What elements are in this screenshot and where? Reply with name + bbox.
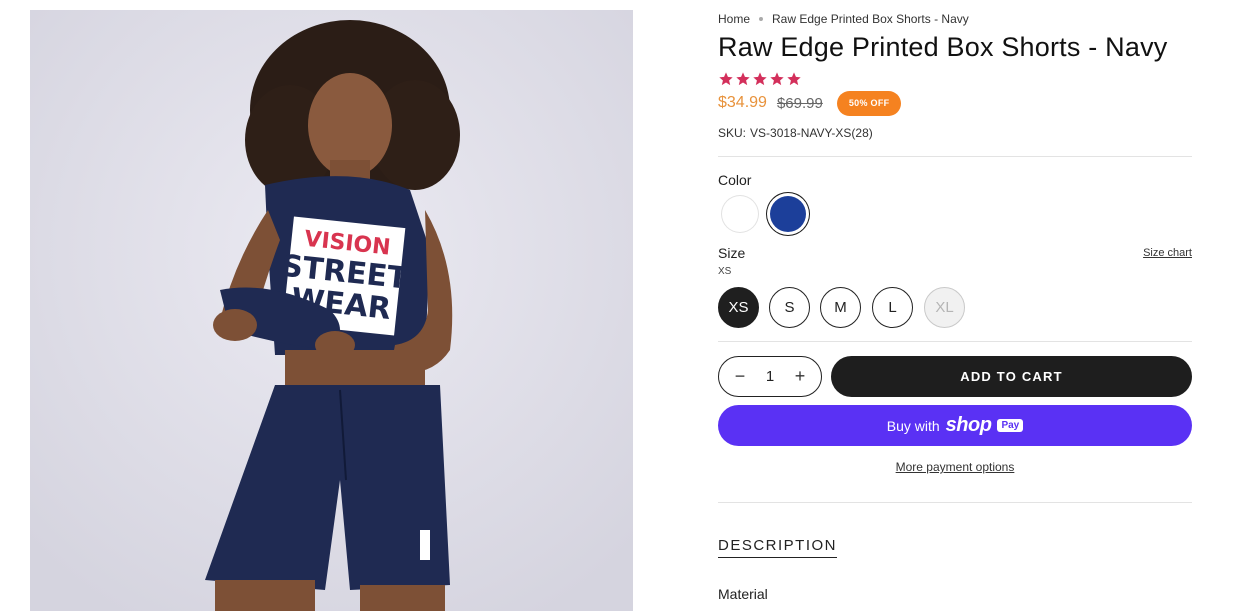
sku-label: SKU: (718, 126, 747, 140)
discount-badge: 50% OFF (836, 90, 902, 116)
shop-pay-prefix: Buy with (886, 417, 940, 434)
quantity-stepper: − 1 + (718, 356, 822, 397)
description-tab[interactable]: DESCRIPTION (718, 537, 838, 558)
size-option-xs[interactable]: XS (718, 287, 759, 328)
product-info: Home Raw Edge Printed Box Shorts - Navy … (718, 0, 1192, 611)
add-to-cart-button[interactable]: ADD TO CART (831, 356, 1192, 397)
divider (718, 341, 1192, 342)
increase-quantity-button[interactable]: + (789, 366, 811, 388)
description-material-heading: Material (718, 586, 768, 602)
star-icon (769, 71, 785, 87)
quantity-input[interactable]: 1 (766, 368, 774, 385)
shop-logo-icon: shop (945, 414, 992, 436)
divider (718, 502, 1192, 503)
size-option-l[interactable]: L (872, 287, 913, 328)
product-image[interactable]: VISION STREET WEAR (30, 10, 633, 611)
selected-size-value: XS (718, 266, 732, 277)
shop-pay-button[interactable]: Buy with shop Pay (718, 405, 1192, 446)
size-chart-link[interactable]: Size chart (1143, 247, 1192, 259)
color-swatch-navy[interactable] (770, 196, 806, 232)
decrease-quantity-button[interactable]: − (729, 366, 751, 388)
star-icon (735, 71, 751, 87)
breadcrumb-separator-dot (759, 17, 764, 21)
size-option-xl[interactable]: XL (924, 287, 965, 328)
compare-price: $69.99 (776, 94, 823, 112)
color-swatch-white[interactable] (722, 196, 758, 232)
star-icon (718, 71, 734, 87)
more-payment-options-link[interactable]: More payment options (718, 460, 1192, 474)
size-option-m[interactable]: M (820, 287, 861, 328)
model-photo: VISION STREET WEAR (30, 10, 633, 611)
star-icon (786, 71, 802, 87)
breadcrumb: Home Raw Edge Printed Box Shorts - Navy (718, 12, 969, 26)
sku: SKU: VS-3018-NAVY-XS(28) (718, 126, 873, 140)
sale-price: $34.99 (718, 94, 767, 111)
breadcrumb-current: Raw Edge Printed Box Shorts - Navy (772, 12, 969, 26)
product-title: Raw Edge Printed Box Shorts - Navy (718, 32, 1168, 62)
pay-badge: Pay (997, 419, 1024, 432)
size-label: Size (718, 245, 746, 261)
price-row: $34.99 $69.99 50% OFF (718, 90, 902, 116)
star-icon (752, 71, 768, 87)
color-label: Color (718, 172, 752, 188)
rating-stars[interactable] (718, 71, 802, 87)
sku-value: VS-3018-NAVY-XS(28) (750, 126, 873, 140)
size-option-s[interactable]: S (769, 287, 810, 328)
divider (718, 156, 1192, 157)
breadcrumb-home-link[interactable]: Home (718, 12, 750, 26)
